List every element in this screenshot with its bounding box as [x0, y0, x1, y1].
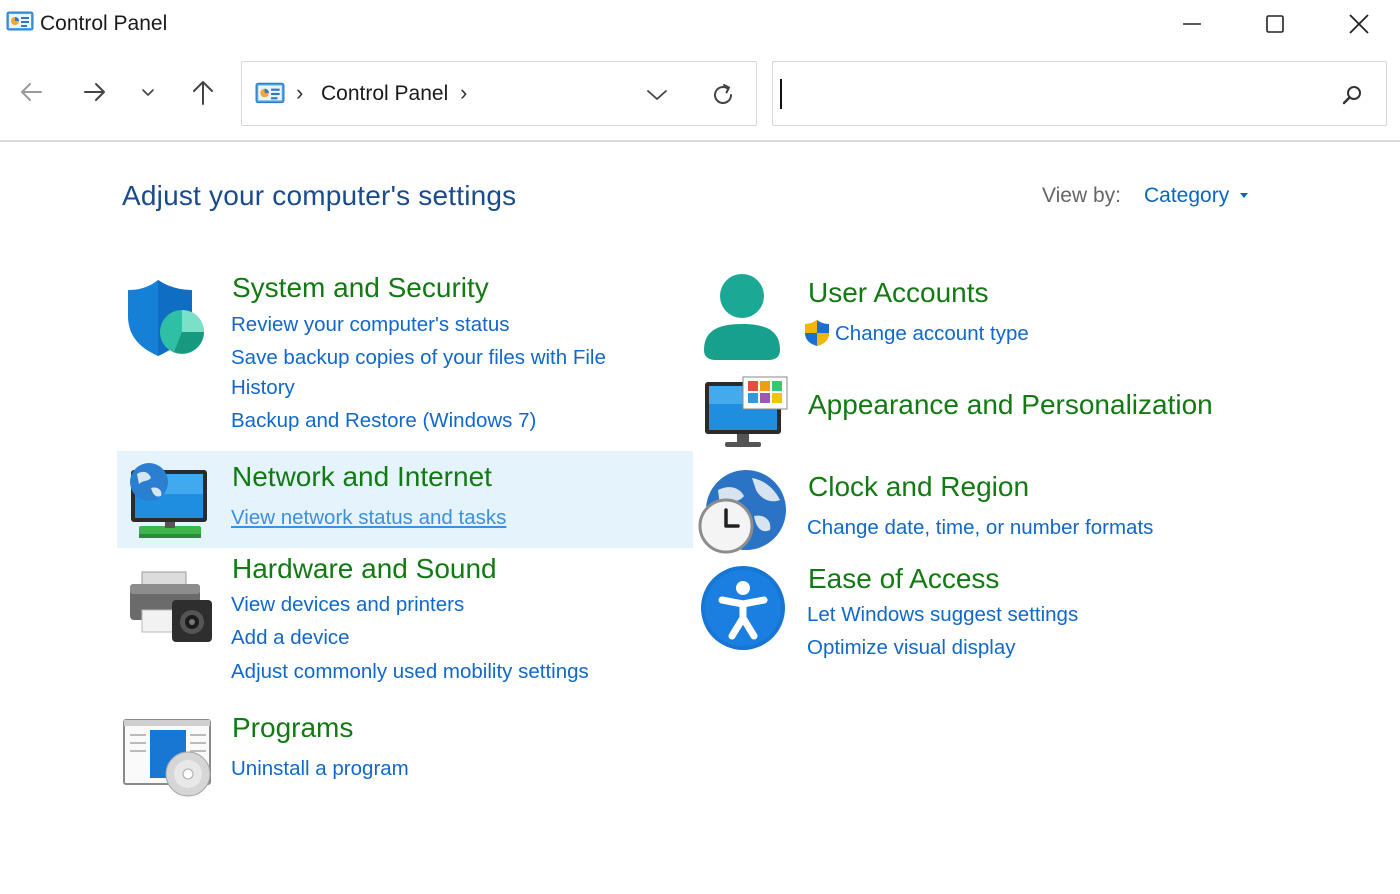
- link-mobility-settings[interactable]: Adjust commonly used mobility settings: [231, 657, 589, 687]
- title-bar: Control Panel: [0, 0, 1400, 50]
- category-programs[interactable]: Programs: [232, 712, 353, 744]
- link-backup-restore[interactable]: Backup and Restore (Windows 7): [231, 406, 536, 436]
- chevron-down-icon: [647, 90, 667, 100]
- accessibility-icon[interactable]: [700, 566, 788, 654]
- close-icon: [1349, 14, 1369, 34]
- dropdown-caret-icon[interactable]: [1240, 193, 1248, 198]
- arrow-up-icon: [193, 81, 213, 105]
- breadcrumb-separator[interactable]: ›: [296, 80, 303, 106]
- up-button[interactable]: [183, 72, 223, 112]
- control-panel-icon: [255, 82, 285, 104]
- refresh-button[interactable]: [708, 80, 738, 110]
- maximize-icon: [1266, 15, 1284, 33]
- link-add-device[interactable]: Add a device: [231, 623, 350, 653]
- search-icon: [1342, 86, 1361, 105]
- minimize-icon: [1183, 23, 1201, 25]
- category-appearance[interactable]: Appearance and Personalization: [808, 389, 1213, 421]
- link-uninstall-program[interactable]: Uninstall a program: [231, 754, 409, 784]
- control-panel-icon: [6, 11, 34, 31]
- link-file-history-cont[interactable]: History: [231, 373, 295, 403]
- link-optimize-display[interactable]: Optimize visual display: [807, 633, 1016, 663]
- back-button[interactable]: [11, 72, 51, 112]
- category-network-internet[interactable]: Network and Internet: [232, 461, 492, 493]
- address-history-button[interactable]: [642, 80, 672, 110]
- arrow-right-icon: [84, 83, 105, 101]
- view-by-label: View by:: [1042, 184, 1121, 207]
- category-hardware-sound[interactable]: Hardware and Sound: [232, 553, 497, 585]
- window-title: Control Panel: [40, 12, 168, 35]
- link-devices-printers[interactable]: View devices and printers: [231, 590, 464, 620]
- minimize-button[interactable]: [1162, 4, 1222, 44]
- category-system-security[interactable]: System and Security: [232, 272, 489, 304]
- link-network-status[interactable]: View network status and tasks: [231, 503, 506, 533]
- appearance-monitor-icon[interactable]: [703, 376, 789, 450]
- search-input[interactable]: [772, 61, 1387, 126]
- search-button[interactable]: [1337, 80, 1367, 110]
- category-user-accounts[interactable]: User Accounts: [808, 277, 989, 309]
- link-review-status[interactable]: Review your computer's status: [231, 310, 510, 340]
- text-caret: [780, 79, 782, 109]
- programs-disc-icon[interactable]: [122, 718, 214, 798]
- maximize-button[interactable]: [1245, 4, 1305, 44]
- navigation-toolbar: › Control Panel ›: [0, 50, 1400, 142]
- forward-button[interactable]: [75, 72, 115, 112]
- user-account-icon[interactable]: [702, 272, 784, 362]
- recent-locations-button[interactable]: [128, 72, 168, 112]
- printer-speaker-icon[interactable]: [126, 570, 214, 644]
- link-file-history[interactable]: Save backup copies of your files with Fi…: [231, 343, 606, 373]
- shield-security-icon[interactable]: [126, 278, 208, 358]
- link-change-account-type[interactable]: Change account type: [835, 319, 1029, 349]
- close-button[interactable]: [1329, 4, 1389, 44]
- arrow-left-icon: [21, 83, 42, 101]
- link-date-time-formats[interactable]: Change date, time, or number formats: [807, 513, 1153, 543]
- uac-shield-icon: [805, 320, 829, 346]
- chevron-down-icon: [142, 89, 154, 96]
- breadcrumb-control-panel[interactable]: Control Panel: [321, 82, 448, 106]
- clock-globe-icon[interactable]: [698, 466, 790, 558]
- page-title: Adjust your computer's settings: [122, 180, 517, 211]
- network-globe-monitor-icon[interactable]: [125, 460, 211, 542]
- category-clock-region[interactable]: Clock and Region: [808, 471, 1029, 503]
- view-by-dropdown[interactable]: Category: [1144, 184, 1229, 208]
- link-suggest-settings[interactable]: Let Windows suggest settings: [807, 600, 1078, 630]
- breadcrumb-separator[interactable]: ›: [460, 80, 467, 106]
- category-ease-of-access[interactable]: Ease of Access: [808, 563, 999, 595]
- address-bar[interactable]: › Control Panel ›: [241, 61, 757, 126]
- refresh-icon: [714, 84, 732, 104]
